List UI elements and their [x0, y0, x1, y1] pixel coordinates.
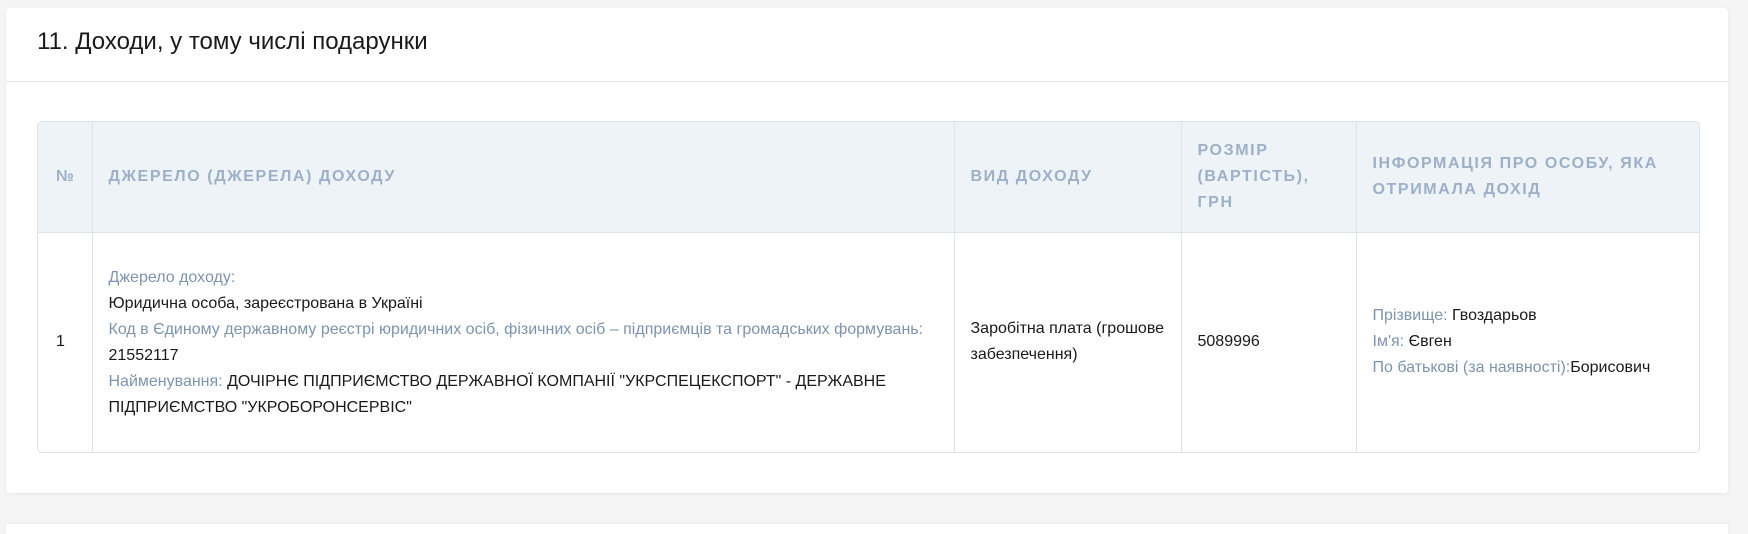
cell-source: Джерело доходу: Юридична особа, зареєстр… [92, 232, 955, 452]
table-header-row: № Джерело (джерела) доходу Вид доходу Ро… [38, 122, 1699, 233]
cell-number: 1 [38, 232, 93, 452]
income-section-card: 11. Доходи, у тому числі подарунки № Дже… [6, 8, 1728, 493]
source-name-label: Найменування: [108, 373, 223, 391]
header-kind: Вид доходу [954, 122, 1182, 233]
source-name-value: ДОЧІРНЄ ПІДПРИЄМСТВО ДЕРЖАВНОЇ КОМПАНІЇ … [108, 373, 886, 417]
section-header: 11. Доходи, у тому числі подарунки [6, 8, 1728, 82]
person-firstname: Ім'я: Євген [1373, 329, 1684, 355]
income-table-wrapper: № Джерело (джерела) доходу Вид доходу Ро… [37, 121, 1700, 453]
next-section-card [6, 524, 1728, 534]
source-type-value: Юридична особа, зареєстрована в Україні [108, 295, 423, 313]
section-title: 11. Доходи, у тому числі подарунки [37, 27, 428, 55]
cell-kind: Заробітна плата (грошове забезпечення) [954, 232, 1182, 452]
table-row: 1 Джерело доходу: Юридична особа, зареєс… [38, 232, 1699, 452]
surname-value: Гвоздарьов [1452, 307, 1537, 325]
income-table: № Джерело (джерела) доходу Вид доходу Ро… [38, 122, 1699, 452]
cell-person: Прізвище: Гвоздарьов Ім'я: Євген По бать… [1356, 232, 1699, 452]
cell-amount: 5089996 [1181, 232, 1357, 452]
source-name: Найменування: ДОЧІРНЄ ПІДПРИЄМСТВО ДЕРЖА… [109, 369, 938, 421]
surname-label: Прізвище: [1372, 307, 1448, 325]
header-amount: Розмір (вартість), грн [1181, 122, 1357, 233]
person-surname: Прізвище: Гвоздарьов [1373, 303, 1684, 329]
header-person: Інформація про особу, яка отримала дохід [1356, 122, 1699, 233]
firstname-value: Євген [1408, 333, 1452, 351]
source-code: Код в Єдиному державному реєстрі юридичн… [109, 317, 938, 369]
firstname-label: Ім'я: [1372, 333, 1405, 351]
person-patronymic: По батькові (за наявності):Борисович [1373, 355, 1684, 381]
source-type-label: Джерело доходу: [108, 269, 236, 287]
source-code-value: 21552117 [108, 347, 179, 365]
patronymic-label: По батькові (за наявності): [1372, 359, 1571, 377]
header-number: № [38, 122, 93, 233]
header-source: Джерело (джерела) доходу [92, 122, 955, 233]
source-code-label: Код в Єдиному державному реєстрі юридичн… [108, 321, 924, 339]
patronymic-value: Борисович [1570, 359, 1651, 377]
